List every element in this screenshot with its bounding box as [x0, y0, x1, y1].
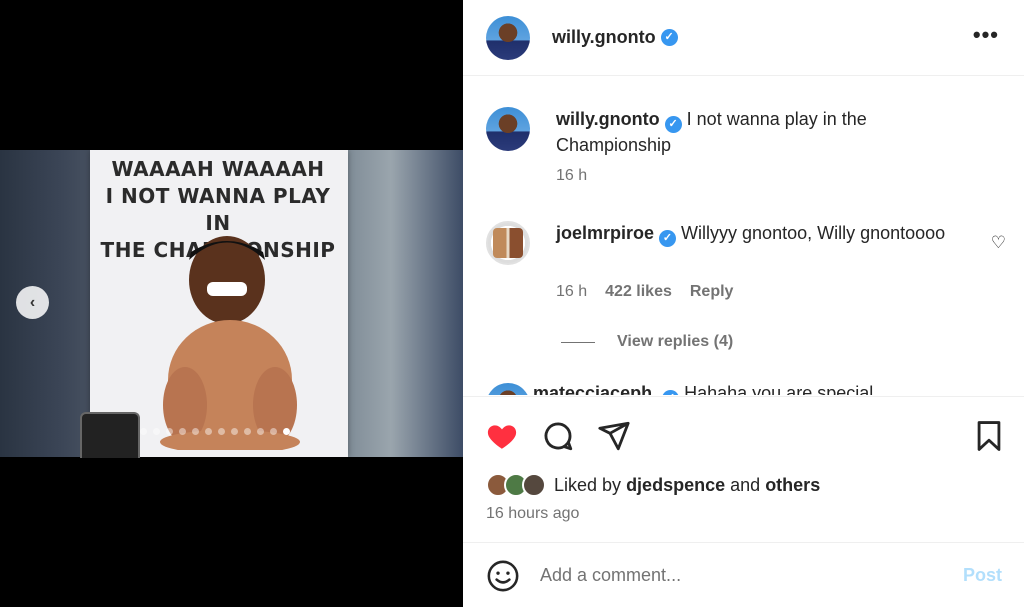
liked-by-others[interactable]: others [765, 475, 820, 495]
verified-badge-icon: ✓ [662, 390, 680, 395]
comment-username[interactable]: matecciaceph [533, 383, 652, 395]
liked-heart-icon[interactable] [485, 419, 519, 453]
post-image[interactable]: WAAAAH WAAAAH I NOT WANNA PLAY IN THE CH… [0, 150, 463, 457]
carousel-dot[interactable] [231, 428, 238, 435]
save-bookmark-icon[interactable] [972, 419, 1006, 453]
liked-by-prefix: Liked by [554, 474, 622, 495]
post-media-pane: WAAAAH WAAAAH I NOT WANNA PLAY IN THE CH… [0, 0, 463, 607]
reply-button[interactable]: Reply [690, 283, 734, 301]
comment-likes[interactable]: 422 likes [605, 283, 672, 301]
author-avatar[interactable] [486, 15, 530, 60]
caption-username[interactable]: willy.gnonto [556, 109, 660, 129]
comment-body: joelmrpiroe ✓ Willyyy gnontoo, Willy gnon… [556, 221, 976, 247]
liker-avatar[interactable] [522, 473, 546, 497]
verified-badge-icon: ✓ [659, 230, 677, 247]
caption-avatar[interactable] [486, 107, 530, 151]
commenter-avatar[interactable] [486, 383, 530, 395]
emoji-icon[interactable] [486, 559, 520, 593]
carousel-dot[interactable] [257, 428, 264, 435]
comment-partial: matecciaceph ✓ Hahaha you are special [533, 383, 873, 395]
crowd-right [343, 150, 463, 457]
carousel-dot[interactable] [153, 428, 160, 435]
post-sidebar: willy.gnonto ✓ ••• willy.gnonto ✓ I not w… [463, 0, 1024, 607]
commenter-avatar[interactable] [486, 221, 530, 265]
comment-like-heart-icon[interactable]: ♡ [991, 233, 1006, 253]
share-icon[interactable] [597, 419, 631, 453]
comment-username[interactable]: joelmrpiroe [556, 223, 654, 243]
caption-body: willy.gnonto ✓ I not wanna play in the Ch… [556, 107, 976, 158]
view-replies-label: View replies (4) [617, 333, 734, 350]
phone-in-foreground [80, 412, 140, 458]
more-options-icon[interactable]: ••• [973, 22, 999, 48]
comment: joelmrpiroe ✓ Willyyy gnontoo, Willy gnon… [486, 221, 1006, 331]
liked-by-text: Liked by djedspence and others [554, 475, 820, 496]
liked-by-row: Liked by djedspence and others [486, 473, 820, 497]
comment-input[interactable] [540, 565, 930, 586]
liked-by-user[interactable]: djedspence [626, 475, 725, 495]
author-username[interactable]: willy.gnonto [552, 27, 656, 48]
divider-line [561, 341, 595, 343]
carousel-dot[interactable] [192, 428, 199, 435]
carousel-dots [140, 428, 290, 435]
post-button[interactable]: Post [963, 565, 1002, 586]
comments-list: willy.gnonto ✓ I not wanna play in the Ch… [463, 77, 1024, 395]
banner-sign: WAAAAH WAAAAH I NOT WANNA PLAY IN THE CH… [90, 150, 348, 457]
caption: willy.gnonto ✓ I not wanna play in the Ch… [486, 107, 1006, 187]
liked-by-and: and [730, 474, 761, 495]
carousel-dot[interactable] [218, 428, 225, 435]
crowd-left [0, 150, 100, 457]
baby-illustration [160, 236, 300, 450]
carousel-dot[interactable] [166, 428, 173, 435]
banner-line: I NOT WANNA PLAY IN [105, 184, 331, 235]
comment-time: 16 h [556, 283, 588, 300]
carousel-dot[interactable] [179, 428, 186, 435]
carousel-dot[interactable] [270, 428, 277, 435]
post-actions: Liked by djedspence and others 16 hours … [463, 396, 1024, 543]
view-replies-button[interactable]: View replies (4) [561, 333, 733, 351]
caption-meta: 16 h [556, 167, 587, 185]
carousel-prev-button[interactable]: ‹ [16, 286, 49, 319]
verified-badge-icon: ✓ [660, 29, 678, 46]
add-comment-bar: Post [463, 544, 1024, 607]
carousel-dot[interactable] [140, 428, 147, 435]
carousel-dot[interactable] [283, 428, 290, 435]
carousel-dot[interactable] [205, 428, 212, 435]
banner-line: WAAAAH WAAAAH [111, 157, 325, 181]
caption-time: 16 h [556, 167, 588, 184]
comment-text: Hahaha you are special [684, 383, 874, 395]
comment-text: Willyyy gnontoo, Willy gnontoooo [681, 223, 946, 243]
post-timestamp[interactable]: 16 hours ago [486, 505, 579, 523]
verified-badge-icon: ✓ [664, 116, 682, 133]
carousel-dot[interactable] [244, 428, 251, 435]
comment-icon[interactable] [541, 419, 575, 453]
post-header: willy.gnonto ✓ ••• [463, 0, 1024, 76]
comment-meta: 16 h 422 likes Reply [556, 283, 733, 301]
